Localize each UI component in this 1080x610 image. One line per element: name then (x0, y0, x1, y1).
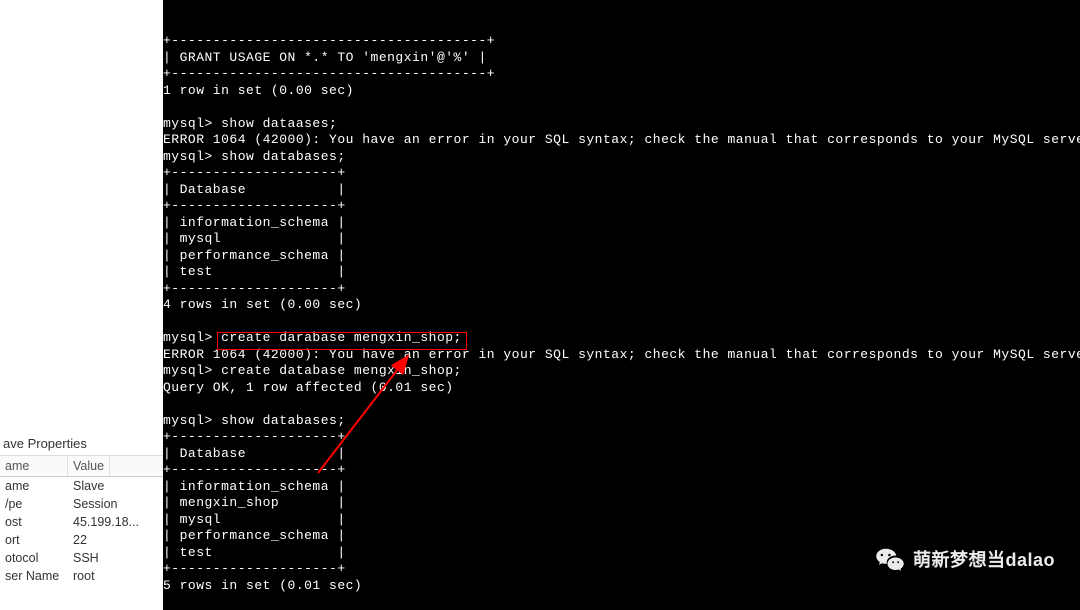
property-name: otocol (0, 549, 68, 567)
terminal-content: +--------------------------------------+… (163, 33, 1080, 610)
property-value: Slave (68, 477, 109, 495)
property-value: Session (68, 495, 122, 513)
properties-row[interactable]: ser Name root (0, 567, 163, 585)
terminal-window[interactable]: +--------------------------------------+… (163, 0, 1080, 610)
property-name: ort (0, 531, 68, 549)
properties-row[interactable]: ost 45.199.18... (0, 513, 163, 531)
wechat-icon (875, 545, 905, 575)
properties-header: ame Value (0, 456, 163, 477)
property-value: 45.199.18... (68, 513, 144, 531)
property-value: 22 (68, 531, 92, 549)
properties-row[interactable]: /pe Session (0, 495, 163, 513)
property-value: SSH (68, 549, 104, 567)
property-name: ost (0, 513, 68, 531)
property-value: root (68, 567, 100, 585)
properties-header-value[interactable]: Value (68, 456, 110, 476)
property-name: /pe (0, 495, 68, 513)
properties-row[interactable]: ame Slave (0, 477, 163, 495)
properties-header-name[interactable]: ame (0, 456, 68, 476)
property-name: ser Name (0, 567, 68, 585)
properties-title: ave Properties (0, 432, 163, 456)
properties-row[interactable]: ort 22 (0, 531, 163, 549)
properties-row[interactable]: otocol SSH (0, 549, 163, 567)
wechat-watermark: 萌新梦想当dalao (875, 545, 1055, 575)
property-name: ame (0, 477, 68, 495)
wechat-text: 萌新梦想当dalao (913, 552, 1055, 569)
properties-panel: ave Properties ame Value ame Slave /pe S… (0, 432, 163, 585)
